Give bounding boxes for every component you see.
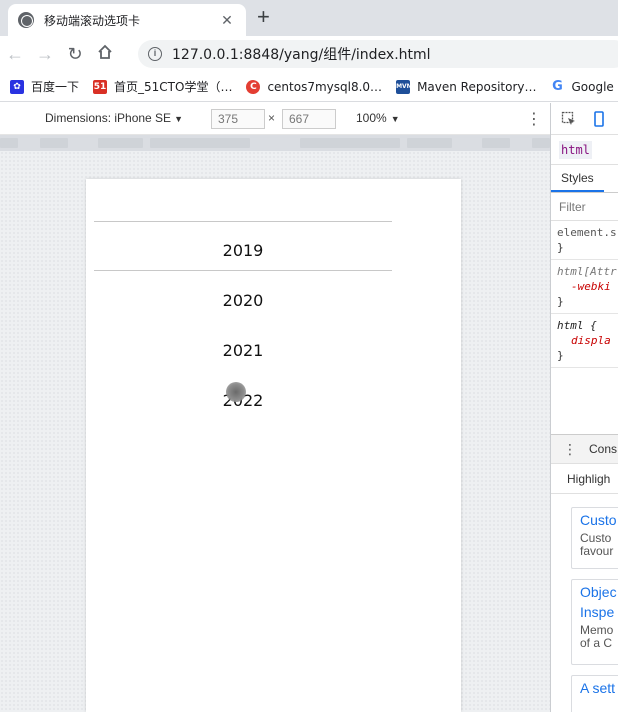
google-icon: G	[550, 78, 565, 94]
mq-segment	[98, 138, 143, 148]
styles-filter-input[interactable]: Filter	[551, 193, 618, 221]
mq-segment	[407, 138, 452, 148]
rule-property: displa	[571, 334, 611, 347]
tab-strip: 移动端滚动选项卡 ✕ +	[0, 0, 618, 36]
mq-segment	[0, 138, 18, 148]
bookmark-label: 首页_51CTO学堂（…	[114, 80, 233, 94]
site-info-icon[interactable]: i	[148, 47, 162, 61]
card-title: A sett	[580, 680, 616, 696]
console-drawer-tab[interactable]: ⋮ Cons	[551, 434, 618, 464]
bookmark-maven[interactable]: MVN Maven Repository…	[396, 79, 537, 94]
device-viewport: 2019 2020 2021 2022	[86, 179, 461, 712]
card-desc: favour	[580, 544, 614, 558]
maven-icon: MVN	[396, 79, 412, 94]
mq-segment	[40, 138, 68, 148]
rule-selector: html[Attr	[557, 265, 617, 278]
zoom-select[interactable]: 100% ▼	[356, 111, 400, 125]
url-text: 127.0.0.1:8848/yang/组件/index.html	[172, 47, 431, 63]
reload-icon[interactable]: ↻	[60, 44, 90, 65]
height-input[interactable]: 667	[282, 109, 336, 129]
rule-selector: html {	[557, 319, 597, 332]
picker-item-2021[interactable]: 2021	[86, 341, 400, 360]
back-arrow-icon[interactable]: ←	[0, 44, 30, 65]
device-toggle-icon[interactable]	[591, 110, 607, 127]
globe-icon	[18, 12, 34, 28]
rule-close: }	[557, 241, 564, 254]
browser-tab[interactable]: 移动端滚动选项卡 ✕	[8, 4, 246, 36]
bookmark-label: Google	[571, 79, 614, 94]
address-bar[interactable]: i 127.0.0.1:8848/yang/组件/index.html	[138, 40, 618, 68]
card-title: Custo	[580, 512, 617, 528]
bookmark-label: 百度一下	[31, 80, 80, 94]
picker-item-2019[interactable]: 2019	[86, 241, 400, 260]
devtools-panel: html Styles Filter element.s } html[Attr…	[550, 103, 618, 712]
browser-toolbar: ← → ↻ i 127.0.0.1:8848/yang/组件/index.htm…	[0, 36, 618, 72]
style-rule: html { displa }	[551, 314, 618, 368]
inspect-element-icon[interactable]	[561, 111, 577, 127]
picker-bottom-line	[94, 270, 392, 271]
51cto-icon: 51	[93, 79, 108, 94]
dom-breadcrumb[interactable]: html	[551, 135, 618, 165]
rule-close: }	[557, 349, 564, 362]
csdn-icon: C	[246, 79, 261, 94]
device-select[interactable]: Dimensions: iPhone SE ▼	[45, 111, 183, 125]
style-rule: element.s }	[551, 221, 618, 260]
whats-new-card[interactable]: Custo Custo favour	[571, 507, 618, 569]
picker-item-2020[interactable]: 2020	[86, 291, 400, 310]
breadcrumb-html[interactable]: html	[559, 140, 592, 159]
device-toolbar: Dimensions: iPhone SE ▼ 375 × 667 100% ▼ ⋮	[0, 103, 550, 135]
caret-down-icon: ▼	[174, 114, 183, 124]
rule-property: -webki	[571, 280, 611, 293]
close-tab-icon[interactable]: ✕	[218, 12, 236, 29]
more-options-icon[interactable]: ⋮	[526, 109, 542, 129]
touch-cursor-icon	[226, 382, 246, 402]
card-subtitle: Inspe	[580, 604, 615, 620]
baidu-icon: ✿	[10, 79, 24, 94]
devtools-subtabs: Styles	[551, 165, 618, 193]
rule-close: }	[557, 295, 564, 308]
zoom-label: 100%	[356, 111, 387, 125]
whats-new-card[interactable]: Objec Inspe Memo of a C	[571, 579, 618, 665]
width-input[interactable]: 375	[211, 109, 265, 129]
whats-new-card[interactable]: A sett	[571, 675, 618, 712]
times-symbol: ×	[268, 111, 276, 125]
picker-top-line	[94, 221, 392, 222]
mq-segment	[532, 138, 550, 148]
bookmark-baidu[interactable]: ✿ 百度一下	[10, 78, 79, 95]
bookmark-google[interactable]: G Google	[550, 78, 614, 94]
new-tab-button[interactable]: +	[257, 6, 270, 28]
devtools-icon-bar	[551, 103, 618, 135]
bookmark-label: Maven Repository…	[417, 79, 537, 94]
forward-arrow-icon[interactable]: →	[30, 44, 60, 65]
media-query-bar[interactable]	[0, 135, 550, 151]
device-select-label: Dimensions: iPhone SE	[45, 111, 172, 125]
mq-segment	[150, 138, 250, 148]
style-rule: html[Attr -webki }	[551, 260, 618, 314]
mq-segment	[300, 138, 400, 148]
card-title: Objec	[580, 584, 617, 600]
mq-segment	[482, 138, 510, 148]
rule-selector: element.s	[557, 226, 617, 239]
bookmark-label: centos7mysql8.0…	[267, 79, 383, 94]
tab-styles[interactable]: Styles	[551, 166, 604, 192]
card-desc: of a C	[580, 636, 613, 650]
tab-title: 移动端滚动选项卡	[44, 13, 141, 28]
highlights-tab[interactable]: Highligh	[551, 464, 618, 494]
bookmarks-bar: ✿ 百度一下 51 首页_51CTO学堂（… C centos7mysql8.0…	[0, 72, 618, 102]
bookmark-centos[interactable]: C centos7mysql8.0…	[246, 79, 383, 94]
caret-down-icon: ▼	[390, 114, 400, 124]
console-label: Cons	[589, 442, 618, 456]
bookmark-51cto[interactable]: 51 首页_51CTO学堂（…	[93, 78, 232, 95]
drawer-menu-icon[interactable]: ⋮	[563, 441, 577, 458]
home-icon[interactable]	[90, 44, 120, 65]
